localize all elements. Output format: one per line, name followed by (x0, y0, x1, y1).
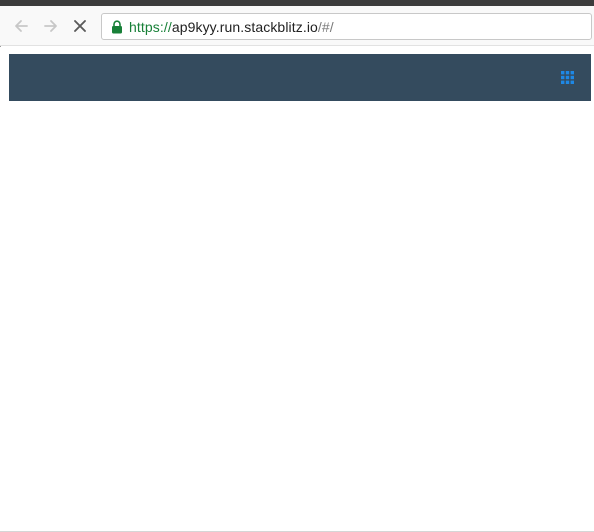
browser-toolbar: https://ap9kyy.run.stackblitz.io/#/ (0, 6, 594, 46)
address-bar[interactable]: https://ap9kyy.run.stackblitz.io/#/ (101, 13, 592, 40)
url-path: /#/ (317, 18, 334, 35)
page-viewport (0, 47, 594, 532)
stop-loading-button[interactable] (69, 15, 91, 37)
grid-icon[interactable] (561, 71, 574, 84)
forward-button[interactable] (40, 15, 62, 37)
lock-icon (110, 19, 124, 35)
close-icon (74, 20, 86, 32)
url-scheme: https:// (129, 18, 172, 35)
arrow-left-icon (15, 20, 28, 32)
address-url: https://ap9kyy.run.stackblitz.io/#/ (129, 19, 334, 35)
back-button[interactable] (10, 15, 32, 37)
url-host: ap9kyy.run.stackblitz.io (171, 18, 318, 35)
arrow-right-icon (44, 20, 57, 32)
app-navbar (9, 54, 591, 101)
